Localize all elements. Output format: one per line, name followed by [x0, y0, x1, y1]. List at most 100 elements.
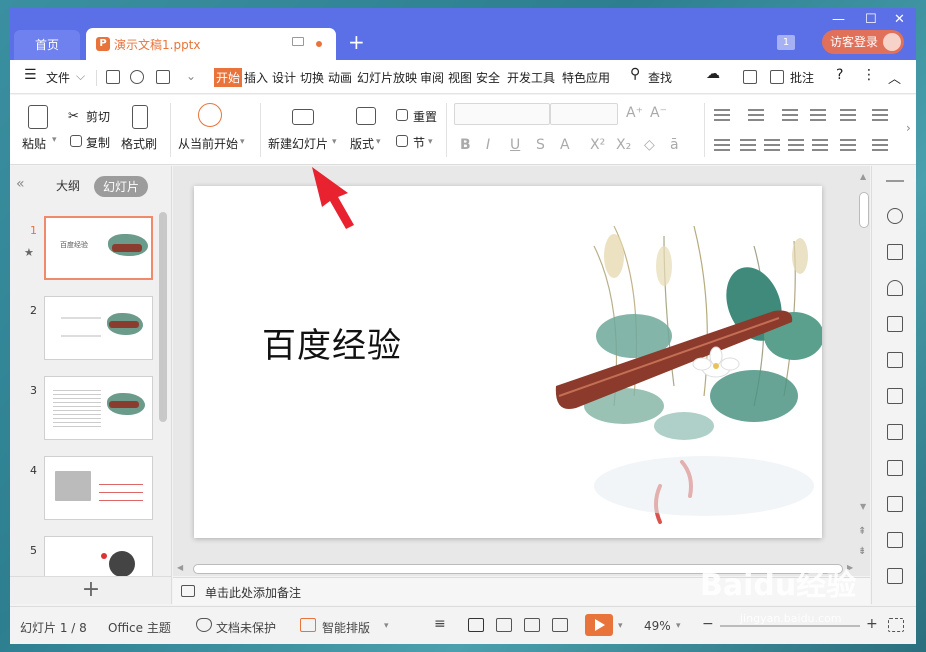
menu-animation[interactable]: 动画 [328, 69, 352, 86]
menu-slideshow[interactable]: 幻灯片放映 [357, 69, 417, 86]
font-size-select[interactable] [550, 103, 618, 125]
reading-view-icon[interactable] [524, 618, 540, 632]
save-icon[interactable] [106, 70, 120, 84]
menu-home[interactable]: 开始 [214, 68, 243, 87]
panel-scrollbar[interactable] [159, 212, 167, 422]
tab-home[interactable]: 首页 [14, 30, 80, 60]
new-slide-button[interactable]: 新建幻灯片 [268, 135, 328, 152]
scroll-down-icon[interactable]: ▼ [860, 502, 866, 511]
tab-outline[interactable]: 大纲 [56, 177, 80, 194]
hamburger-icon[interactable]: ☰ [24, 67, 37, 83]
drag-handle-icon[interactable] [886, 180, 904, 182]
ribbon-scroll-right-icon[interactable]: › [906, 121, 911, 135]
thumbnail-item[interactable]: 5 [10, 536, 160, 576]
smart-layout-button[interactable]: 智能排版 [322, 619, 370, 636]
more-icon[interactable]: ⋮ [862, 67, 876, 83]
print-icon[interactable] [156, 70, 170, 84]
scroll-left-icon[interactable]: ◀ [177, 563, 183, 572]
slide-thumbnail-2[interactable] [44, 296, 153, 360]
adjust-icon[interactable] [887, 388, 903, 404]
fit-window-icon[interactable] [888, 618, 904, 632]
theme-name[interactable]: Office 主题 [108, 619, 171, 636]
play-from-current-icon[interactable] [198, 103, 222, 127]
menu-view[interactable]: 视图 [448, 69, 472, 86]
monitor-icon[interactable] [292, 37, 304, 46]
maximize-button[interactable]: ☐ [865, 12, 877, 27]
increase-font-icon[interactable]: A⁺ [626, 105, 643, 121]
guest-login-button[interactable]: 访客登录 [822, 30, 904, 54]
add-slide-button[interactable]: + [10, 576, 172, 604]
notes-toggle-icon[interactable]: ≡ [434, 616, 446, 632]
subscript-icon[interactable]: X₂ [616, 137, 631, 153]
normal-view-icon[interactable] [468, 618, 484, 632]
next-slide-icon[interactable]: ⇟ [858, 546, 866, 557]
picture-icon[interactable] [887, 532, 903, 548]
section-button[interactable]: 节 [413, 134, 425, 151]
distribute-icon[interactable] [812, 139, 828, 151]
scrollbar-thumb[interactable] [859, 192, 869, 228]
section-icon[interactable] [396, 135, 408, 147]
chart-icon[interactable] [887, 352, 903, 368]
presenter-view-icon[interactable] [552, 618, 568, 632]
clear-format-icon[interactable]: ◇ [644, 137, 655, 153]
collapse-ribbon-icon[interactable]: ︿ [888, 68, 901, 87]
text-direction-icon[interactable] [840, 139, 856, 151]
align-right-icon[interactable] [764, 139, 780, 151]
menu-transition[interactable]: 切换 [300, 69, 324, 86]
slide-thumbnail-5[interactable] [44, 536, 153, 576]
format-painter-button[interactable]: 格式刷 [121, 135, 157, 152]
share-icon[interactable] [743, 70, 757, 84]
export-icon[interactable] [887, 460, 903, 476]
paste-button[interactable]: 粘贴 [22, 135, 46, 152]
slide-thumbnail-4[interactable] [44, 456, 153, 520]
smart-layout-chevron-icon[interactable]: ▾ [384, 621, 389, 631]
justify-icon[interactable] [788, 139, 804, 151]
tab-slides[interactable]: 幻灯片 [94, 176, 149, 197]
customize-chevron-icon[interactable]: ⌄ [186, 69, 196, 83]
zoom-in-icon[interactable]: + [866, 616, 878, 632]
comment-icon[interactable] [770, 70, 784, 84]
zoom-out-icon[interactable]: − [702, 616, 714, 632]
scroll-up-icon[interactable]: ▲ [860, 172, 866, 181]
export-icon[interactable] [130, 70, 144, 84]
grid-icon[interactable] [887, 316, 903, 332]
layout-chevron-icon[interactable]: ▾ [376, 137, 381, 147]
thumbnail-item[interactable]: 1 ★ 百度经验 [10, 216, 160, 282]
close-button[interactable]: ✕ [894, 12, 905, 27]
zoom-slider[interactable] [720, 625, 860, 627]
new-slide-icon[interactable] [292, 109, 314, 125]
transform-icon[interactable] [887, 244, 903, 260]
scissors-icon[interactable]: ✂ [68, 109, 79, 124]
decrease-indent-icon[interactable] [782, 109, 798, 121]
document-protection[interactable]: 文档未保护 [216, 619, 276, 636]
minimize-button[interactable]: — [832, 12, 845, 27]
menu-file[interactable]: 文件 [46, 69, 70, 86]
copy-button[interactable]: 复制 [86, 134, 110, 151]
archive-icon[interactable] [887, 496, 903, 512]
underline-icon[interactable]: U [510, 137, 520, 153]
chevron-down-icon[interactable]: ⌵ [76, 69, 85, 84]
cut-button[interactable]: 剪切 [86, 108, 110, 125]
copy-icon[interactable] [70, 135, 82, 147]
bold-icon[interactable]: B [460, 137, 471, 153]
menu-insert[interactable]: 插入 [244, 69, 268, 86]
format-painter-icon[interactable] [132, 105, 148, 129]
magic-icon[interactable] [887, 208, 903, 224]
search-icon[interactable]: ⚲ [630, 66, 640, 82]
zoom-level[interactable]: 49% [644, 619, 671, 633]
new-tab-button[interactable]: + [348, 32, 365, 52]
layout-icon[interactable] [356, 107, 376, 125]
align-left-icon[interactable] [714, 139, 730, 151]
window-count-badge[interactable]: 1 [777, 35, 795, 50]
tab-document[interactable]: P 演示文稿1.pptx [86, 28, 336, 60]
text-box-icon[interactable] [872, 109, 888, 121]
menu-design[interactable]: 设计 [272, 69, 296, 86]
play-chevron-icon[interactable]: ▾ [618, 621, 623, 631]
collapse-panel-icon[interactable]: « [16, 176, 25, 192]
from-current-chevron-icon[interactable]: ▾ [240, 137, 245, 147]
slide[interactable]: 百度经验 [194, 186, 822, 538]
prev-slide-icon[interactable]: ⇞ [858, 526, 866, 537]
decrease-font-icon[interactable]: A⁻ [650, 105, 667, 121]
thumbnail-item[interactable]: 4 [10, 456, 160, 522]
line-spacing-icon[interactable] [840, 109, 856, 121]
